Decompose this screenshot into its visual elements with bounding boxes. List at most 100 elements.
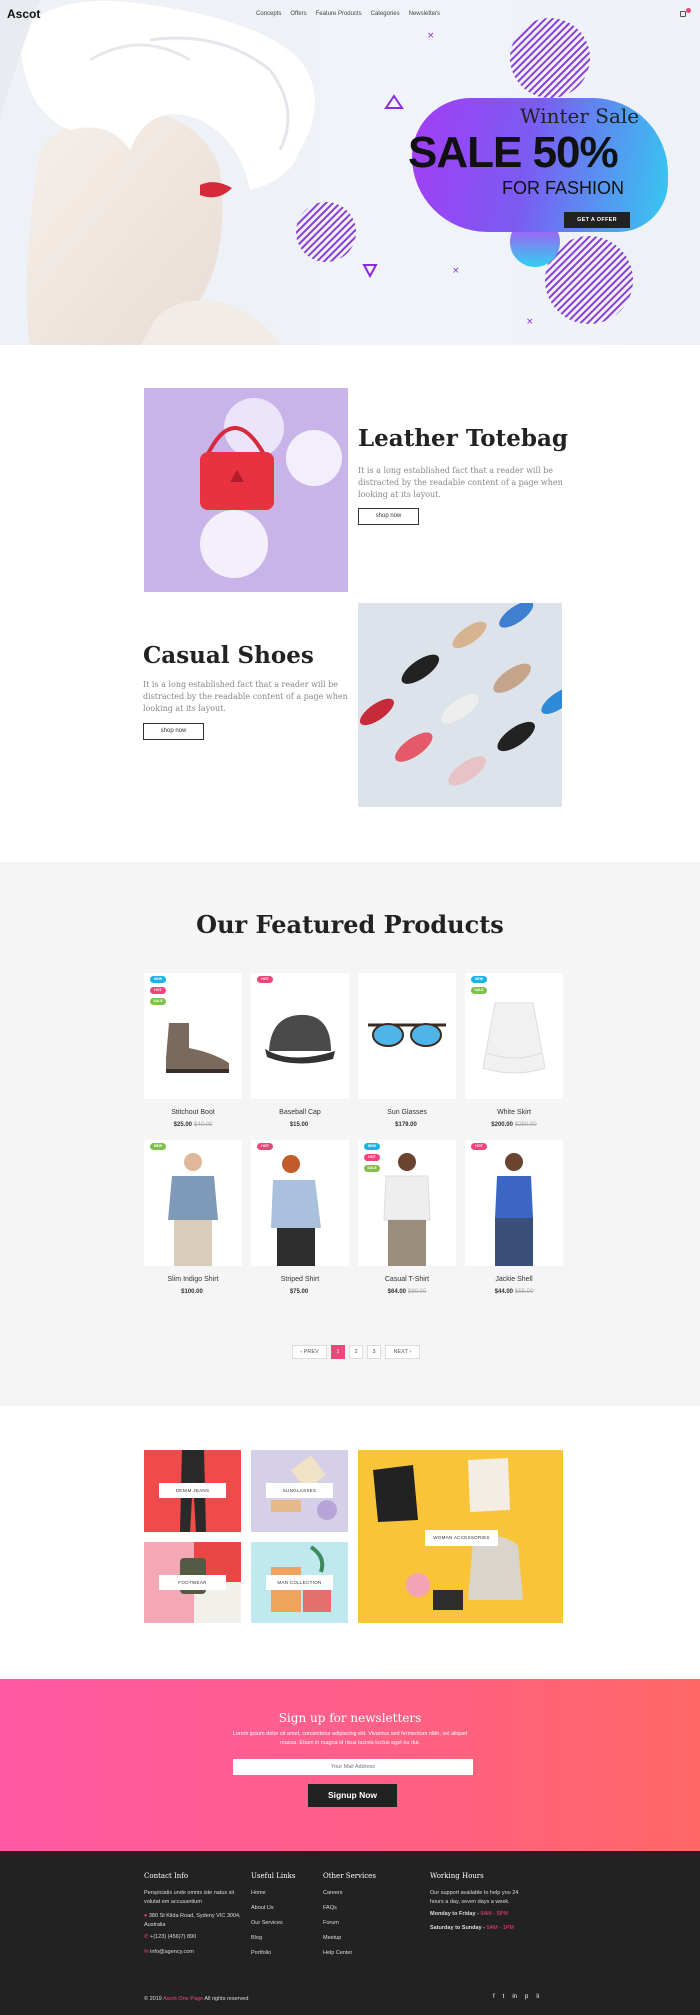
newsletter-email-input[interactable]: [233, 1759, 473, 1775]
instagram-icon[interactable]: li: [536, 1994, 539, 2000]
footer-link-services[interactable]: Our Services: [251, 1920, 283, 1926]
hero-sale-heading: SALE 50%: [408, 128, 619, 177]
category-label: FOOTWEAR: [159, 1575, 226, 1590]
nav-item-newsletters[interactable]: Newsletters: [409, 11, 440, 17]
linkedin-icon[interactable]: in: [512, 1994, 517, 2000]
product-card[interactable]: HOT: [465, 1140, 563, 1266]
badge-sale: SALE: [150, 998, 166, 1005]
badge-sale: SALE: [471, 987, 487, 994]
product-price: $100.00: [181, 1289, 203, 1295]
pager-page-1[interactable]: 1: [331, 1345, 345, 1359]
category-label: DENIM JEANS: [159, 1483, 226, 1498]
hero-winter-text: Winter Sale: [520, 104, 640, 128]
badge-sale: SALE: [364, 1165, 380, 1172]
hero-model-image: [0, 0, 320, 345]
pager-page-3[interactable]: 3: [367, 1345, 381, 1359]
footer-link-portfolio[interactable]: Portfolio: [251, 1950, 271, 1956]
badge-new: NEW: [150, 1143, 166, 1150]
product-price: $64.00 $80.00: [387, 1289, 427, 1295]
main-menu: Concepts Offers Feature Products Categor…: [256, 11, 440, 17]
promo-text-shoes: It is a long established fact that a rea…: [143, 680, 348, 713]
cart-icon[interactable]: [680, 8, 691, 17]
nav-item-offers[interactable]: Offers: [290, 11, 306, 17]
pager-next-button[interactable]: NEXT ›: [385, 1345, 420, 1359]
facebook-icon[interactable]: f: [493, 1994, 495, 2000]
product-card[interactable]: NEW: [144, 1140, 242, 1266]
footer-link-meetup[interactable]: Meetup: [323, 1935, 341, 1941]
footer-link-about[interactable]: About Us: [251, 1905, 274, 1911]
badge-new: NEW: [364, 1143, 380, 1150]
newsletter-title: Sign up for newsletters: [278, 1711, 422, 1725]
featured-section: [0, 862, 700, 1406]
footer-link-home[interactable]: Home: [251, 1890, 266, 1896]
product-card[interactable]: HOT: [251, 1140, 349, 1266]
badge-new: NEW: [471, 976, 487, 983]
product-price: $25.00 $40.00: [173, 1122, 213, 1128]
twitter-icon[interactable]: t: [503, 1994, 505, 2000]
location-icon: ●: [144, 1913, 148, 1919]
product-name[interactable]: Baseball Cap: [251, 1109, 349, 1116]
pager-prev-button[interactable]: ‹ PREV: [292, 1345, 327, 1359]
footer-link-faqs[interactable]: FAQs: [323, 1905, 337, 1911]
product-price: $44.00 $55.00: [494, 1289, 534, 1295]
product-name[interactable]: Sun Glasses: [358, 1109, 456, 1116]
product-card[interactable]: [358, 973, 456, 1099]
category-tile[interactable]: WOMAN ACCESSORIES: [358, 1450, 563, 1623]
mail-icon: ✉: [144, 1949, 149, 1955]
badge-hot: HOT: [257, 976, 273, 983]
shop-now-button-totebag[interactable]: shop now: [358, 508, 419, 525]
footer-contact-title: Contact Info: [144, 1872, 189, 1880]
product-price: $200.00 $250.00: [491, 1122, 537, 1128]
logo[interactable]: Ascot: [7, 7, 40, 21]
product-name[interactable]: Slim Indigo Shirt: [144, 1276, 242, 1283]
cap-image: [265, 1014, 335, 1064]
footer-useful-title: Useful Links: [251, 1872, 296, 1880]
product-card[interactable]: HOT: [251, 973, 349, 1099]
product-card[interactable]: NEW HOT SALE: [358, 1140, 456, 1266]
badge-hot: HOT: [364, 1154, 380, 1161]
product-name[interactable]: Casual T-Shirt: [358, 1276, 456, 1283]
category-tile[interactable]: FOOTWEAR: [144, 1542, 241, 1623]
footer-link-forum[interactable]: Forum: [323, 1920, 339, 1926]
shop-now-button-shoes[interactable]: shop now: [143, 723, 204, 740]
footer-link-blog[interactable]: Blog: [251, 1935, 262, 1941]
get-offer-button[interactable]: GET A OFFER: [564, 212, 630, 228]
footer-link-help[interactable]: Help Center: [323, 1950, 352, 1956]
hero-subtitle: FOR FASHION: [502, 178, 625, 198]
social-links: f t in p li: [493, 1994, 539, 2000]
product-name[interactable]: White Skirt: [465, 1109, 563, 1116]
product-card[interactable]: NEW SALE: [465, 973, 563, 1099]
nav-item-concepts[interactable]: Concepts: [256, 11, 281, 17]
product-name[interactable]: Jackie Shell: [465, 1276, 563, 1283]
footer-email[interactable]: ✉ info@agency.com: [144, 1948, 194, 1957]
footer-link-careers[interactable]: Careers: [323, 1890, 343, 1896]
promo-title-totebag: Leather Totebag: [358, 425, 568, 452]
striped-shirt-image: [271, 1155, 321, 1266]
badge-new: NEW: [150, 976, 166, 983]
footer-other-title: Other Services: [323, 1872, 376, 1880]
product-name[interactable]: Striped Shirt: [251, 1276, 349, 1283]
indigo-shirt-image: [168, 1153, 218, 1266]
casual-shoes-image: [358, 603, 562, 807]
badge-hot: HOT: [471, 1143, 487, 1150]
category-tile[interactable]: MAN COLLECTION: [251, 1542, 348, 1623]
category-tile[interactable]: SUNGLASSES: [251, 1450, 348, 1532]
featured-title: Our Featured Products: [196, 910, 504, 939]
signup-button[interactable]: Signup Now: [308, 1784, 397, 1807]
nav-item-categories[interactable]: Categories: [371, 11, 400, 17]
category-tile[interactable]: DENIM JEANS: [144, 1450, 241, 1532]
sunglasses-image: [368, 1023, 446, 1047]
product-card[interactable]: NEW HOT SALE: [144, 973, 242, 1099]
pinterest-icon[interactable]: p: [525, 1994, 528, 2000]
footer-contact-text: Perspiciatis unde omnis iste natus sit v…: [144, 1890, 235, 1905]
promo-title-shoes: Casual Shoes: [143, 642, 314, 669]
promo-text-totebag: It is a long established fact that a rea…: [358, 466, 563, 499]
product-name[interactable]: Stitchout Boot: [144, 1109, 242, 1116]
category-label: WOMAN ACCESSORIES: [425, 1530, 498, 1546]
pager-page-2[interactable]: 2: [349, 1345, 363, 1359]
badge-hot: HOT: [150, 987, 166, 994]
nav-item-feature-products[interactable]: Feature Products: [316, 11, 362, 17]
footer-phone: ✆ +(123) (456)7) 890: [144, 1934, 197, 1940]
badge-hot: HOT: [257, 1143, 273, 1150]
footer-weekend-hours: Saturday to Sunday - 9AM - 1PM: [430, 1925, 515, 1931]
